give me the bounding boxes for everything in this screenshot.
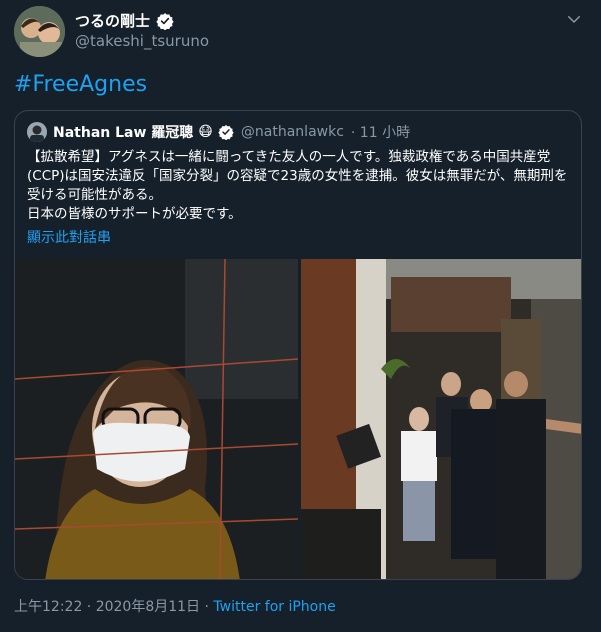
quoted-photo-left[interactable] bbox=[15, 259, 298, 579]
quoted-tweet-card[interactable]: Nathan Law 羅冠聰 😷 @nathanlawkc · 11 小時 【拡… bbox=[14, 110, 582, 580]
quoted-author-handle: @nathanlawkc bbox=[240, 124, 344, 140]
quoted-photo-right[interactable] bbox=[301, 259, 581, 579]
quoted-author-name: Nathan Law 羅冠聰 bbox=[53, 125, 194, 141]
quoted-time: · 11 小時 bbox=[350, 125, 411, 141]
mask-emoji-icon: 😷 bbox=[198, 124, 213, 140]
photo-right-image bbox=[301, 259, 581, 579]
verified-badge-icon bbox=[218, 125, 234, 140]
tweet-source-link[interactable]: Twitter for iPhone bbox=[213, 599, 335, 615]
quoted-author-avatar bbox=[27, 122, 47, 142]
author-handle[interactable]: @takeshi_tsuruno bbox=[75, 32, 209, 50]
show-thread-link[interactable]: 顯示此對話串 bbox=[27, 227, 111, 247]
author-display-name[interactable]: つるの剛士 bbox=[75, 10, 150, 31]
author-name[interactable]: つるの剛士 bbox=[75, 10, 174, 31]
quoted-tweet-text: 【拡散希望】アグネスは一緒に闘ってきた友人の一人です。独裁政権である中国共産党(… bbox=[27, 149, 568, 222]
quoted-author-line: Nathan Law 羅冠聰 😷 @nathanlawkc · 11 小時 bbox=[53, 122, 410, 142]
quoted-avatar-image bbox=[27, 122, 47, 142]
photo-left-image bbox=[15, 259, 298, 579]
tweet-meta: 上午12:22 · 2020年8月11日 · Twitter for iPhon… bbox=[14, 596, 336, 616]
tweet-timestamp[interactable]: 上午12:22 · 2020年8月11日 · bbox=[14, 599, 213, 615]
tweet-hashtag[interactable]: #FreeAgnes bbox=[14, 72, 147, 97]
chevron-down-icon[interactable] bbox=[565, 10, 583, 28]
author-avatar[interactable] bbox=[14, 6, 65, 57]
avatar-image bbox=[14, 6, 65, 57]
verified-badge-icon bbox=[156, 12, 174, 30]
